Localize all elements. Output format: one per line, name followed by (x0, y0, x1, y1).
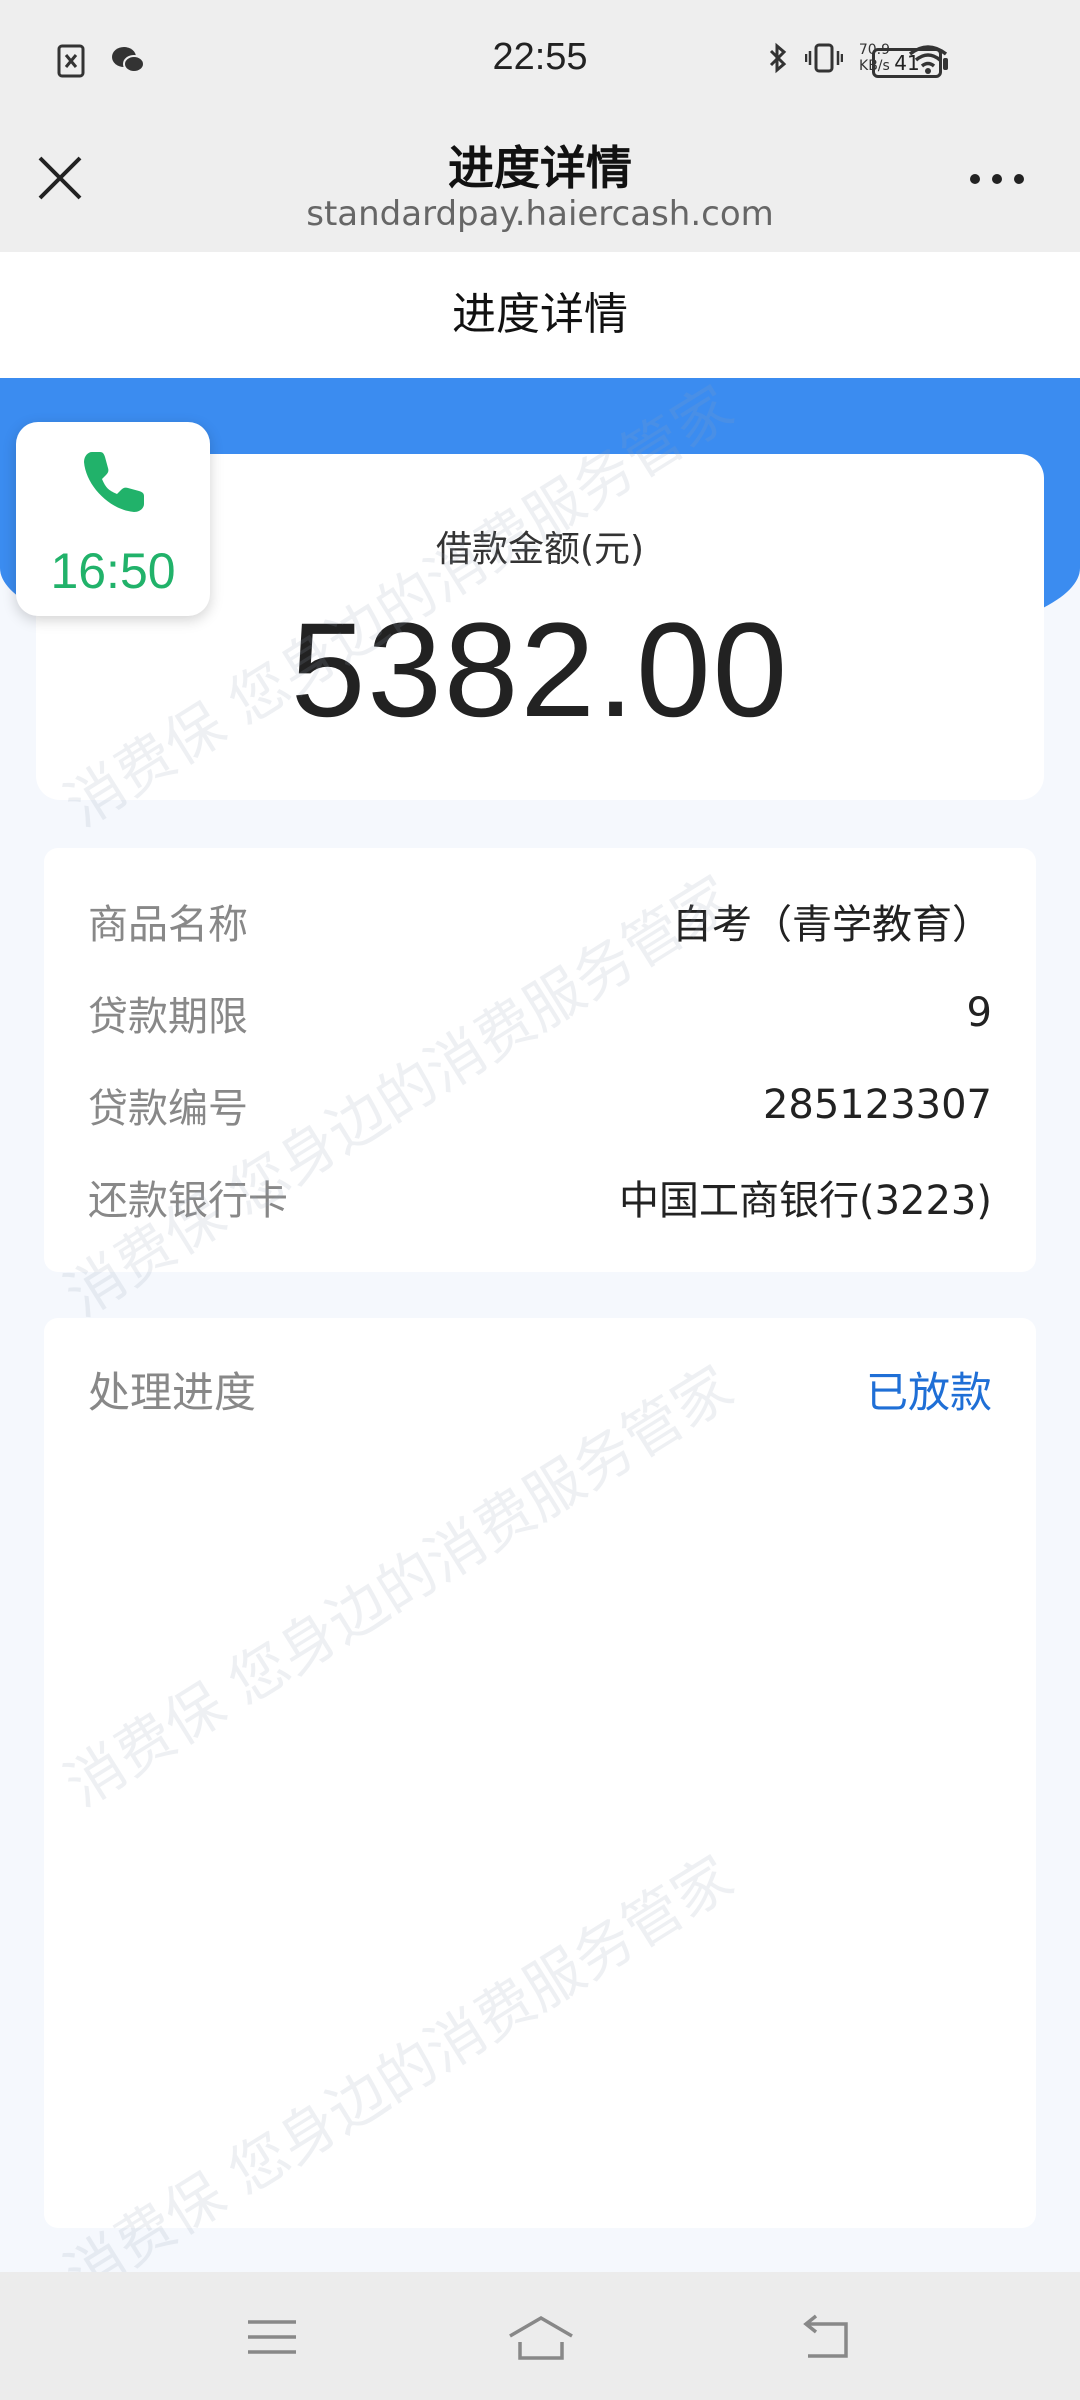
info-value: 自考（青学教育） (672, 902, 992, 948)
bluetooth-icon (769, 42, 787, 74)
progress-key: 处理进度 (88, 1367, 257, 1417)
back-icon[interactable] (796, 2312, 856, 2362)
info-value: 中国工商银行(3223) (618, 1178, 992, 1224)
nav-title: 进度详情 (448, 141, 632, 195)
amount-value: 5382.00 (290, 596, 790, 745)
progress-status[interactable]: 已放款 (866, 1359, 992, 1420)
vibrate-icon (804, 43, 843, 73)
info-row-product: 商品名称 自考（青学教育） (88, 886, 992, 956)
info-row-bank-card: 还款银行卡 中国工商银行(3223) (88, 1162, 992, 1232)
info-key: 贷款期限 (88, 994, 248, 1040)
phone-icon (84, 452, 144, 512)
more-dot-icon (992, 174, 1002, 184)
info-value: 285123307 (762, 1082, 992, 1128)
progress-row: 处理进度 已放款 (88, 1354, 992, 1424)
info-key: 贷款编号 (88, 1086, 248, 1132)
page-title: 进度详情 (0, 252, 1080, 378)
home-icon[interactable] (504, 2312, 578, 2362)
browser-nav-bar: 进度详情 standardpay.haiercash.com (0, 122, 1080, 252)
loan-info-card: 商品名称 自考（青学教育） 贷款期限 9 贷款编号 285123307 还款银行… (44, 848, 1036, 1272)
battery-indicator: 41 (872, 48, 948, 78)
info-row-term: 贷款期限 9 (88, 978, 992, 1048)
menu-icon[interactable] (242, 2312, 302, 2362)
ongoing-call-widget[interactable]: 16:50 (16, 422, 210, 616)
more-dot-icon (1014, 174, 1024, 184)
progress-card: 处理进度 已放款 (44, 1318, 1036, 2228)
info-key: 商品名称 (88, 902, 248, 948)
call-timer: 16:50 (50, 543, 176, 599)
info-key: 还款银行卡 (88, 1178, 288, 1224)
info-row-loan-number: 贷款编号 285123307 (88, 1070, 992, 1140)
more-options-button[interactable] (970, 174, 1024, 184)
nav-url: standardpay.haiercash.com (306, 194, 774, 234)
more-dot-icon (970, 174, 980, 184)
status-bar: 22:55 70.9 KB/s 41 (0, 0, 1080, 122)
info-value: 9 (966, 990, 992, 1036)
system-nav-bar (0, 2272, 1080, 2400)
